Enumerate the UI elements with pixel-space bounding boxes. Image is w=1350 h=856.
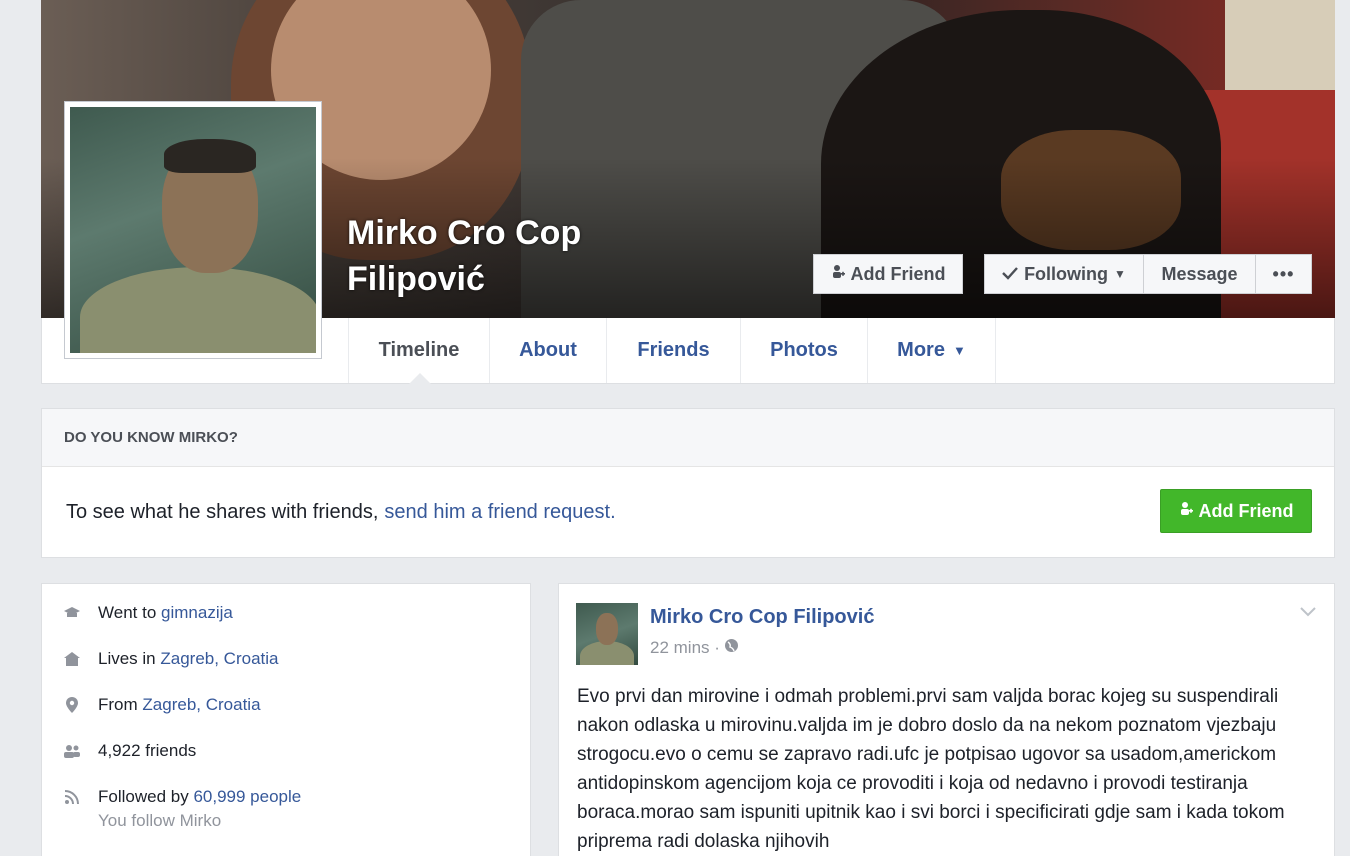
followers-link[interactable]: 60,999 people [193, 787, 301, 806]
intro-followers-prefix: Followed by [98, 787, 189, 806]
location-pin-icon [62, 695, 82, 715]
profile-picture-hair [164, 139, 256, 173]
tab-photos[interactable]: Photos [741, 318, 868, 383]
following-label: Following [1024, 263, 1109, 284]
friends-count[interactable]: 4,922 friends [98, 741, 196, 761]
friend-request-card-header: DO YOU KNOW MIRKO? [42, 409, 1334, 467]
intro-hometown-text: From Zagreb, Croatia [98, 695, 261, 715]
message-label: Message [1161, 263, 1238, 284]
following-button[interactable]: Following ▼ [984, 254, 1144, 294]
home-icon [62, 649, 82, 669]
active-tab-caret-icon [409, 373, 431, 384]
intro-card: Went to gimnazija Lives in Zagreb, Croat… [41, 583, 531, 856]
more-options-button[interactable]: ••• [1256, 254, 1312, 294]
profile-name[interactable]: Mirko Cro Cop Filipović [347, 210, 647, 302]
post-options-chevron-icon[interactable] [1300, 604, 1316, 620]
add-friend-icon [1179, 501, 1193, 522]
tab-friends[interactable]: Friends [607, 318, 741, 383]
friend-request-card-body: To see what he shares with friends, send… [42, 467, 1334, 557]
intro-hometown: From Zagreb, Croatia [62, 695, 261, 715]
message-button[interactable]: Message [1144, 254, 1256, 294]
post-author-name[interactable]: Mirko Cro Cop Filipović [650, 606, 874, 629]
school-link[interactable]: gimnazija [161, 603, 233, 622]
globe-icon[interactable] [724, 638, 739, 658]
profile-picture-image [70, 107, 316, 353]
send-friend-request-link[interactable]: send him a friend request. [384, 501, 615, 524]
intro-education: Went to gimnazija [62, 603, 233, 623]
add-friend-label: Add Friend [850, 263, 946, 284]
intro-followers: Followed by 60,999 people You follow Mir… [62, 787, 301, 831]
ellipsis-icon: ••• [1272, 263, 1295, 284]
friend-request-text: To see what he shares with friends, [66, 500, 379, 523]
tab-more[interactable]: More ▼ [868, 318, 996, 383]
graduation-cap-icon [62, 603, 82, 623]
chevron-down-icon: ▼ [1114, 267, 1126, 281]
profile-picture[interactable] [64, 101, 322, 359]
tab-about[interactable]: About [490, 318, 607, 383]
intro-education-prefix: Went to [98, 603, 157, 622]
current-city-link[interactable]: Zagreb, Croatia [160, 649, 278, 668]
tab-more-label: More [897, 339, 945, 361]
add-friend-icon [831, 264, 845, 285]
intro-friends: 4,922 friends [62, 741, 196, 761]
post-avatar-head [596, 613, 618, 645]
rss-icon [62, 787, 82, 807]
add-friend-primary-label: Add Friend [1198, 500, 1294, 521]
checkmark-icon [1002, 264, 1018, 285]
profile-picture-body [80, 267, 316, 353]
tab-friends-label: Friends [637, 339, 710, 361]
intro-hometown-prefix: From [98, 695, 138, 714]
tab-photos-label: Photos [770, 339, 838, 361]
add-friend-button[interactable]: Add Friend [813, 254, 963, 294]
tab-timeline[interactable]: Timeline [348, 318, 490, 384]
hometown-link[interactable]: Zagreb, Croatia [142, 695, 260, 714]
add-friend-primary-button[interactable]: Add Friend [1160, 489, 1312, 533]
friend-request-card: DO YOU KNOW MIRKO? To see what he shares… [41, 408, 1335, 558]
intro-current-city-text: Lives in Zagreb, Croatia [98, 649, 279, 669]
chevron-down-icon: ▼ [952, 343, 966, 358]
intro-education-text: Went to gimnazija [98, 603, 233, 623]
friends-icon [62, 741, 82, 761]
post-timestamp[interactable]: 22 mins · [650, 638, 720, 658]
profile-name-line1: Mirko Cro Cop [347, 214, 582, 252]
post-author-avatar[interactable] [576, 603, 638, 665]
tab-about-label: About [519, 339, 577, 361]
profile-name-line2: Filipović [347, 260, 485, 298]
intro-current-city: Lives in Zagreb, Croatia [62, 649, 279, 669]
tab-timeline-label: Timeline [378, 339, 460, 361]
post-card: Mirko Cro Cop Filipović 22 mins · Evo pr… [558, 583, 1335, 856]
post-body-text: Evo prvi dan mirovine i odmah problemi.p… [577, 686, 1285, 852]
intro-followers-text: Followed by 60,999 people You follow Mir… [98, 787, 301, 831]
intro-current-city-prefix: Lives in [98, 649, 156, 668]
you-follow-text: You follow Mirko [98, 811, 222, 830]
post-meta: 22 mins · [650, 638, 739, 658]
